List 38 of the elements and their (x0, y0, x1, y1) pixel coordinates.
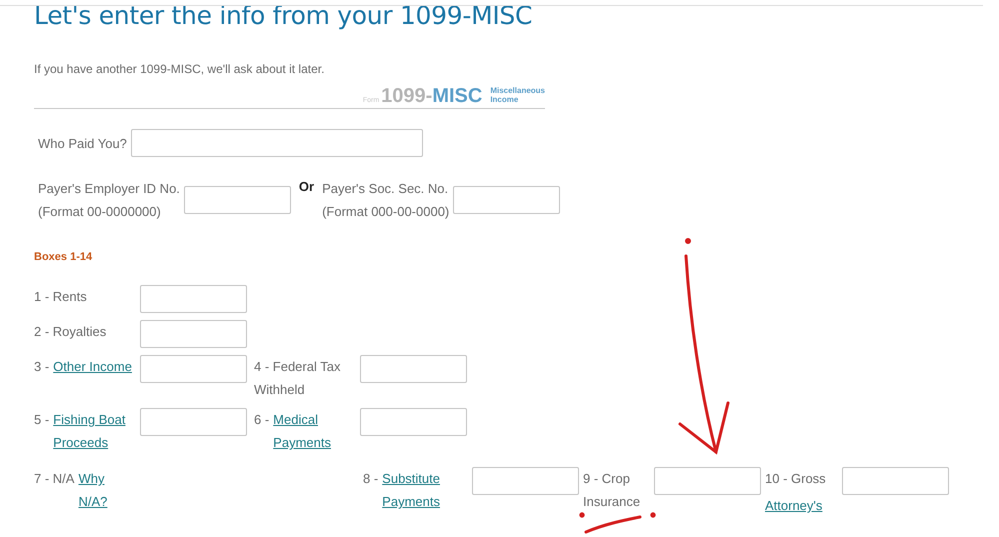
amount-field[interactable] (654, 467, 761, 495)
form-code: MISC (432, 86, 482, 106)
amount-field[interactable] (360, 408, 467, 436)
box-label: 2 - Royalties (34, 323, 108, 341)
help-link[interactable]: Substitute Payments (382, 467, 468, 513)
payer-id-field[interactable] (184, 186, 291, 214)
page-title: Let's enter the info from your 1099-MISC (33, 0, 534, 31)
intro-text: If you have another 1099-MISC, we'll ask about it later. (34, 62, 326, 76)
or-text: Or (298, 178, 314, 194)
box-label: 7 - N/A (34, 470, 74, 488)
amount-field[interactable] (140, 408, 247, 436)
amount-field[interactable] (472, 467, 579, 495)
box-label: 5 - (34, 411, 50, 429)
field-label: Who Paid You? (38, 136, 127, 150)
payer-name-field[interactable] (130, 129, 423, 157)
form-caption: Miscellaneous Income (490, 86, 545, 104)
form-number: 1099- (381, 86, 432, 106)
help-link[interactable]: Fishing Boat Proceeds (53, 408, 134, 454)
box-label: 3 - (34, 358, 50, 376)
amount-field[interactable] (360, 355, 467, 383)
box-label: 4 - Federal Tax Withheld (254, 358, 342, 399)
help-link[interactable]: Other Income (53, 355, 132, 378)
amount-field[interactable] (140, 355, 247, 383)
help-link[interactable]: Why N/A? (78, 467, 134, 513)
box-label: 9 - Crop Insurance (583, 470, 642, 511)
box-label: 1 - Rents (34, 288, 88, 306)
payer-id-field[interactable] (453, 186, 560, 214)
amount-field[interactable] (140, 285, 247, 313)
help-link[interactable]: Medical Payments (273, 408, 354, 454)
amount-field[interactable] (140, 320, 247, 348)
field-label: Payer's Employer ID No. (Format 00-0000000) (38, 180, 180, 221)
help-link[interactable]: Attorney's (765, 494, 822, 517)
box-label: 10 - Gross (765, 470, 826, 488)
field-label: Payer's Soc. Sec. No. (Format 000-00-0000) (322, 180, 450, 221)
box-label: 8 - (363, 470, 378, 488)
amount-field[interactable] (842, 467, 949, 495)
section-heading: Boxes 1-14 (34, 251, 94, 263)
box-label: 6 - (254, 411, 270, 429)
